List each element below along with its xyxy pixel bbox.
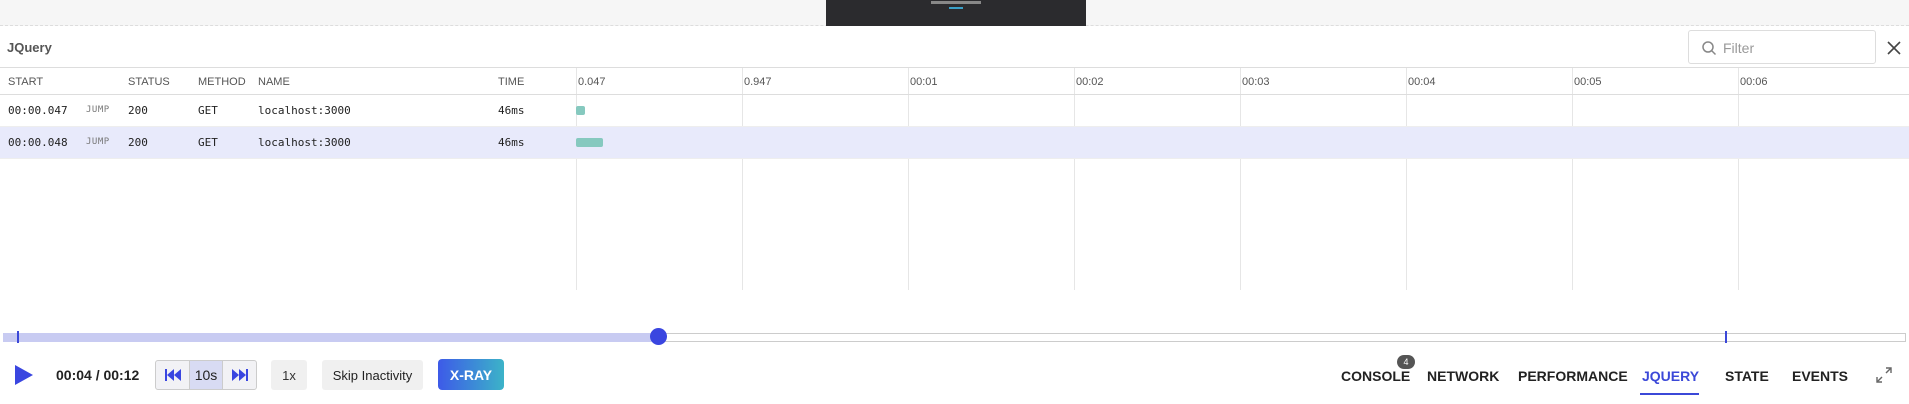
fast-forward-icon <box>231 369 248 381</box>
table-row[interactable]: 00:00.048 JUMP 200 GET localhost:3000 46… <box>0 127 1909 159</box>
row-method: GET <box>198 104 218 117</box>
timeline-tick-label: 00:04 <box>1408 76 1436 88</box>
session-preview-strip <box>0 0 1909 26</box>
expand-icon[interactable] <box>1874 365 1894 385</box>
panel-title: JQuery <box>7 40 52 55</box>
timeline-tick-label: 00:03 <box>1242 76 1270 88</box>
tab-network[interactable]: NETWORK <box>1427 368 1499 384</box>
event-marker[interactable] <box>1725 331 1727 343</box>
table-header: START STATUS METHOD NAME TIME 0.047 0.94… <box>0 68 1909 95</box>
timeline-tick-label: 00:02 <box>1076 76 1104 88</box>
timeline-progress <box>3 333 658 342</box>
playback-speed-button[interactable]: 1x <box>271 360 307 390</box>
console-count-badge: 4 <box>1397 355 1415 369</box>
skip-inactivity-button[interactable]: Skip Inactivity <box>322 360 423 390</box>
row-start: 00:00.047 <box>8 104 68 117</box>
jump-link[interactable]: JUMP <box>86 137 110 147</box>
tab-jquery[interactable]: JQUERY <box>1642 368 1699 384</box>
event-marker[interactable] <box>17 331 19 343</box>
skip-interval[interactable]: 10s <box>189 361 223 389</box>
timeline-tick-label: 0.047 <box>578 76 606 88</box>
xray-button[interactable]: X-RAY <box>438 359 504 390</box>
search-icon <box>1702 41 1717 56</box>
timeline-tick-label: 00:01 <box>910 76 938 88</box>
panel-header: JQuery <box>0 27 1909 67</box>
table-row[interactable]: 00:00.047 JUMP 200 GET localhost:3000 46… <box>0 95 1909 127</box>
timeline-tick-label: 00:06 <box>1740 76 1768 88</box>
skip-controls: 10s <box>155 360 257 390</box>
close-icon[interactable] <box>1883 37 1905 59</box>
column-header-start[interactable]: START <box>8 76 43 88</box>
row-time: 46ms <box>498 136 525 149</box>
jump-link[interactable]: JUMP <box>86 105 110 115</box>
playback-time: 00:04 / 00:12 <box>56 367 140 383</box>
row-start: 00:00.048 <box>8 136 68 149</box>
row-name: localhost:3000 <box>258 136 351 149</box>
column-header-name[interactable]: NAME <box>258 76 290 88</box>
row-status: 200 <box>128 104 148 117</box>
tab-performance[interactable]: PERFORMANCE <box>1518 368 1628 384</box>
row-method: GET <box>198 136 218 149</box>
row-time: 46ms <box>498 104 525 117</box>
request-timing-bar <box>576 138 603 147</box>
jquery-requests-table: START STATUS METHOD NAME TIME 0.047 0.94… <box>0 67 1909 290</box>
skip-backward-button[interactable] <box>156 361 189 389</box>
preview-link <box>949 7 963 9</box>
tab-state[interactable]: STATE <box>1725 368 1769 384</box>
playback-timeline[interactable] <box>0 328 1909 345</box>
column-header-status[interactable]: STATUS <box>128 76 170 88</box>
row-name: localhost:3000 <box>258 104 351 117</box>
rewind-icon <box>164 369 181 381</box>
column-header-method[interactable]: METHOD <box>198 76 246 88</box>
filter-input[interactable] <box>1723 39 1863 57</box>
tab-events[interactable]: EVENTS <box>1792 368 1848 384</box>
player-controls: 00:04 / 00:12 10s 1x Skip Inactivity X-R… <box>0 355 1909 395</box>
skip-forward-button[interactable] <box>223 361 256 389</box>
column-header-time[interactable]: TIME <box>498 76 524 88</box>
play-icon[interactable] <box>12 364 34 386</box>
request-timing-bar <box>576 106 585 115</box>
preview-text-line <box>931 1 981 4</box>
tab-console[interactable]: CONSOLE <box>1341 368 1410 384</box>
timeline-tick-label: 0.947 <box>744 76 772 88</box>
replay-preview-thumbnail <box>826 0 1086 26</box>
filter-box[interactable] <box>1688 30 1876 64</box>
active-tab-underline <box>1640 393 1699 395</box>
timeline-scrubber-handle[interactable] <box>649 328 667 345</box>
timeline-tick-label: 00:05 <box>1574 76 1602 88</box>
row-status: 200 <box>128 136 148 149</box>
